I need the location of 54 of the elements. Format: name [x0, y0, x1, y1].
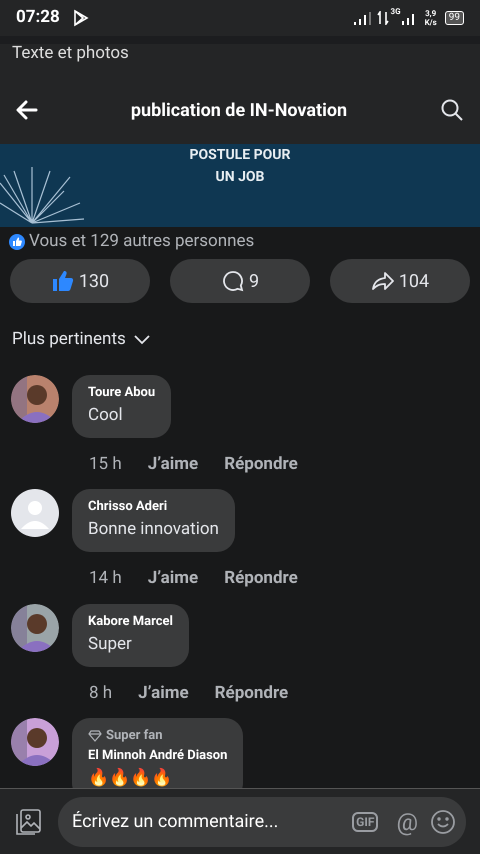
network-type: 3G: [390, 6, 401, 18]
thumbs-up-icon: [50, 269, 75, 293]
comment-text: 🔥🔥🔥🔥: [88, 766, 173, 788]
banner-text: UN JOB: [216, 168, 264, 187]
speed-value: 3,9: [425, 9, 436, 18]
mention-button[interactable]: @: [396, 810, 418, 834]
back-arrow-icon[interactable]: [16, 100, 38, 120]
reply-link[interactable]: Répondre: [224, 566, 298, 592]
comment-time: 15 h: [89, 452, 122, 476]
comment-bubble[interactable]: Kabore Marcel Super: [72, 604, 189, 666]
gif-button[interactable]: GIF: [352, 812, 378, 832]
share-button[interactable]: 104: [330, 259, 470, 303]
like-link[interactable]: J’aime: [138, 680, 189, 706]
comment-bubble[interactable]: Toure Abou Cool: [72, 374, 172, 438]
sort-dropdown[interactable]: Plus pertinents: [12, 327, 150, 352]
comment-text: Super: [88, 632, 133, 656]
like-link[interactable]: J’aime: [148, 452, 198, 477]
emoji-icon[interactable]: [430, 808, 456, 834]
speed-unit: K/s: [424, 18, 437, 27]
comment-bubble[interactable]: Super fan El Minnoh André Diason 🔥🔥🔥🔥: [72, 718, 244, 788]
comment-author[interactable]: Toure Abou: [88, 382, 156, 402]
comment-author[interactable]: El Minnoh André Diason: [88, 746, 228, 766]
reply-link[interactable]: Répondre: [214, 680, 288, 706]
comment-time: 14 h: [89, 567, 122, 590]
search-icon[interactable]: [440, 98, 464, 122]
like-badge-icon: [9, 234, 25, 250]
comment-icon: [220, 269, 245, 293]
comment-time: 8 h: [89, 682, 112, 704]
signal-icon: [352, 11, 373, 25]
data-transfer-icon: [376, 11, 389, 25]
signal-icon: [400, 11, 417, 25]
battery-indicator: 99: [444, 11, 464, 25]
reply-link[interactable]: Répondre: [224, 452, 298, 477]
avatar-icon[interactable]: [11, 489, 59, 537]
like-button[interactable]: 130: [10, 259, 150, 303]
comment-input[interactable]: Écrivez un commentaire... GIF @: [58, 796, 466, 846]
comment-author[interactable]: Chrisso Aderi: [88, 497, 219, 517]
reactions-summary[interactable]: Vous et 129 autres personnes: [29, 229, 254, 255]
status-time: 07:28: [16, 6, 60, 30]
banner-text: POSTULE POUR: [189, 146, 290, 165]
comment-text: Bonne innovation: [88, 518, 219, 541]
play-store-icon: [72, 9, 90, 27]
like-link[interactable]: J’aime: [148, 566, 198, 592]
comment-bubble[interactable]: Chrisso Aderi Bonne innovation: [72, 489, 235, 552]
photo-gallery-icon[interactable]: [14, 808, 42, 836]
diamond-icon: [88, 730, 102, 742]
comment-button[interactable]: 9: [170, 259, 310, 303]
fan-label: Super fan: [106, 727, 163, 745]
comment-author[interactable]: Kabore Marcel: [88, 612, 173, 632]
page-title: publication de IN-Novation: [130, 98, 348, 122]
chevron-down-icon: [134, 334, 150, 345]
comment-text: Cool: [88, 404, 124, 426]
share-icon: [370, 269, 395, 293]
background-text: Texte et photos: [12, 44, 130, 64]
